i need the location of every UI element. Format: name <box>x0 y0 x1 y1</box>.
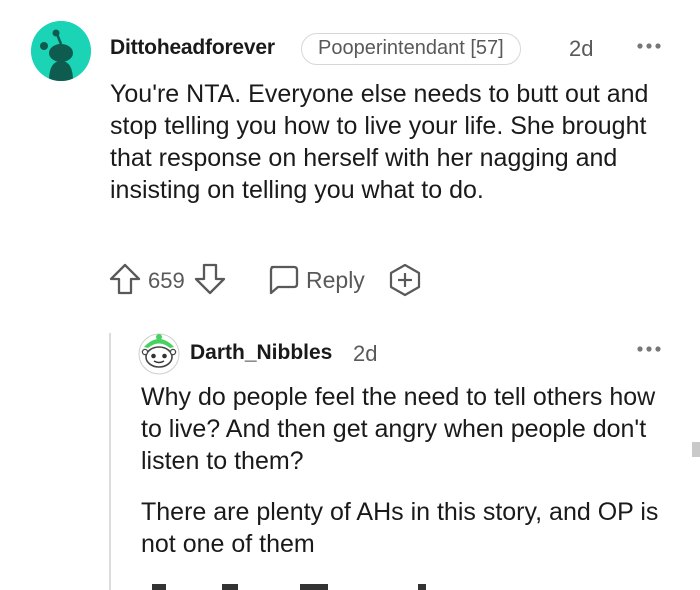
upvote-icon[interactable] <box>108 262 142 301</box>
award-icon[interactable] <box>387 263 423 302</box>
reply-avatar[interactable] <box>138 333 180 375</box>
downvote-icon[interactable] <box>193 262 227 301</box>
comment-timestamp: 2d <box>569 36 594 61</box>
reply-paragraph: There are plenty of AHs in this story, a… <box>141 498 659 558</box>
comment-username[interactable]: Dittoheadforever <box>110 36 275 60</box>
avatar[interactable] <box>31 21 91 81</box>
more-options-icon[interactable] <box>636 33 662 65</box>
award-icon[interactable] <box>418 584 426 590</box>
vote-score: 659 <box>148 268 185 293</box>
downvote-icon[interactable] <box>222 584 238 590</box>
reply-icon[interactable] <box>266 263 300 302</box>
user-flair: Pooperintendant [57] <box>301 33 521 65</box>
comment-body: You're NTA. Everyone else needs to butt … <box>110 80 649 204</box>
more-options-icon[interactable] <box>636 336 662 368</box>
snoo-avatar-icon <box>31 21 91 81</box>
snoo-avatar-icon <box>138 333 180 375</box>
reply-button[interactable]: Reply <box>306 267 365 294</box>
reply-paragraph: Why do people feel the need to tell othe… <box>141 383 656 475</box>
reply-timestamp: 2d <box>353 341 378 366</box>
upvote-icon[interactable] <box>152 584 166 590</box>
scrollbar-thumb[interactable] <box>692 442 700 457</box>
thread-line[interactable] <box>109 333 111 590</box>
reply-icon[interactable] <box>300 584 328 590</box>
reply-username[interactable]: Darth_Nibbles <box>190 341 332 365</box>
